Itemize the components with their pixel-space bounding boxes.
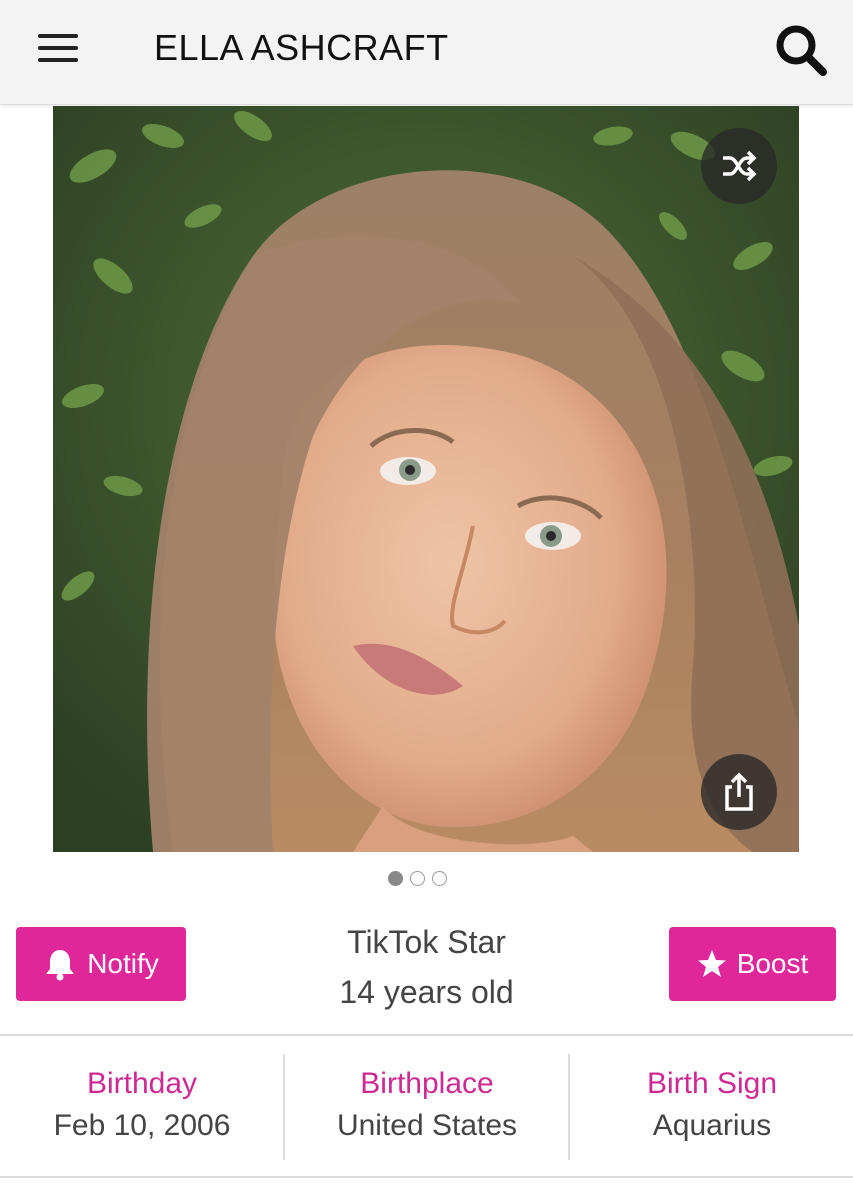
carousel-dot-2[interactable] — [410, 871, 425, 886]
age-text: 14 years old — [339, 974, 514, 1010]
portrait-image — [53, 106, 799, 852]
carousel-dot-1[interactable] — [388, 871, 403, 886]
fact-value[interactable]: United States — [285, 1108, 569, 1144]
page-title[interactable]: ELLA ASHCRAFT — [154, 28, 449, 68]
bell-icon — [46, 950, 75, 981]
boost-label: Boost — [736, 948, 809, 979]
share-icon[interactable] — [701, 754, 777, 830]
boost-button[interactable]: Boost — [669, 927, 836, 1001]
fact-value[interactable]: Feb 10, 2006 — [0, 1108, 284, 1144]
fact-label: Birthplace — [360, 1067, 494, 1100]
top-navigation-bar: ELLA ASHCRAFT — [0, 0, 853, 105]
fact-value[interactable]: Aquarius — [570, 1108, 853, 1144]
notify-button[interactable]: Notify — [16, 927, 186, 1001]
hamburger-menu-icon[interactable] — [30, 24, 86, 72]
carousel-dot-3[interactable] — [432, 871, 447, 886]
fact-label: Birth Sign — [646, 1067, 778, 1100]
fact-birthplace: Birthplace United States — [285, 1036, 569, 1176]
fact-birth-sign: Birth Sign Aquarius — [570, 1036, 853, 1176]
fact-label: Birthday — [86, 1067, 198, 1100]
facts-row: Birthday Feb 10, 2006 Birthplace United … — [0, 1036, 853, 1176]
profile-photo[interactable] — [53, 106, 799, 852]
fact-birthday: Birthday Feb 10, 2006 — [0, 1036, 284, 1176]
star-icon — [697, 950, 726, 977]
search-icon[interactable] — [770, 20, 832, 78]
section-divider — [0, 1176, 853, 1178]
carousel-indicator — [388, 871, 447, 889]
notify-label: Notify — [87, 948, 159, 979]
profession-text[interactable]: TikTok Star — [260, 922, 593, 962]
shuffle-icon[interactable] — [701, 128, 777, 204]
